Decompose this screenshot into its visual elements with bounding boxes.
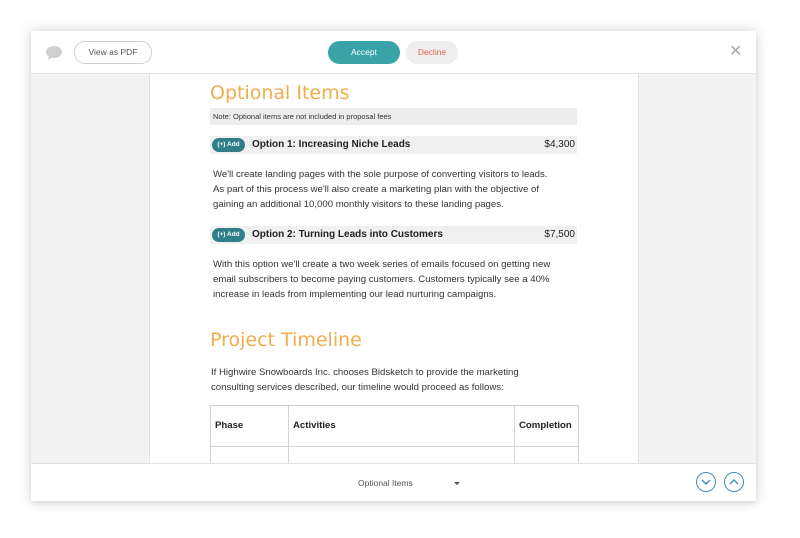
option-1-title: Option 1: Increasing Niche Leads [252,139,411,150]
option-row-2: (+) Add Option 2: Turning Leads into Cus… [210,226,577,244]
option-1-description: We'll create landing pages with the sole… [213,167,575,212]
table-header-row: Phase Activities Completion [211,406,578,447]
proposal-viewer-window: View as PDF Accept Decline ✕ Optional It… [31,31,756,501]
decline-button[interactable]: Decline [406,41,458,64]
proposal-document: Optional Items Note: Optional items are … [149,73,639,463]
table-row [211,447,578,463]
column-header-activities: Activities [289,406,515,446]
optional-items-note: Note: Optional items are not included in… [210,108,577,125]
top-toolbar: View as PDF Accept Decline ✕ [31,31,756,74]
description-line: gaining an additional 10,000 monthly vis… [213,199,504,210]
view-as-pdf-button[interactable]: View as PDF [74,41,152,64]
next-section-button[interactable] [696,472,716,492]
section-dropdown[interactable]: Optional Items [358,478,413,488]
close-icon[interactable]: ✕ [729,44,742,60]
table-cell [211,447,289,463]
table-cell [289,447,515,463]
bottom-navigation-bar: Optional Items [31,463,756,501]
column-header-phase: Phase [211,406,289,446]
column-header-completion: Completion [519,420,572,431]
description-line: With this option we'll create a two week… [213,259,551,270]
intro-line: If Highwire Snowboards Inc. chooses Bids… [211,367,519,378]
add-option-1-button[interactable]: (+) Add [212,138,245,152]
optional-items-heading: Optional Items [210,82,350,104]
chevron-up-icon [729,479,739,485]
timeline-table: Phase Activities Completion [210,405,579,463]
previous-section-button[interactable] [724,472,744,492]
option-2-title: Option 2: Turning Leads into Customers [252,229,443,240]
chevron-down-icon [701,479,711,485]
description-line: As part of this process we'll also creat… [213,184,540,195]
description-line: email subscribers to become paying custo… [213,274,550,285]
intro-line: consulting services described, our timel… [211,382,504,393]
project-timeline-heading: Project Timeline [210,329,362,351]
option-1-price: $4,300 [544,139,575,150]
timeline-intro: If Highwire Snowboards Inc. chooses Bids… [211,365,573,395]
accept-button[interactable]: Accept [328,41,400,64]
add-option-2-button[interactable]: (+) Add [212,228,245,242]
description-line: increase in leads from implementing our … [213,289,497,300]
table-cell [515,447,578,463]
dropdown-caret-icon[interactable] [454,482,460,485]
option-2-description: With this option we'll create a two week… [213,257,575,302]
description-line: We'll create landing pages with the sole… [213,169,548,180]
chat-bubble-icon[interactable] [45,45,63,61]
option-2-price: $7,500 [544,229,575,240]
option-row-1: (+) Add Option 1: Increasing Niche Leads… [210,136,577,154]
